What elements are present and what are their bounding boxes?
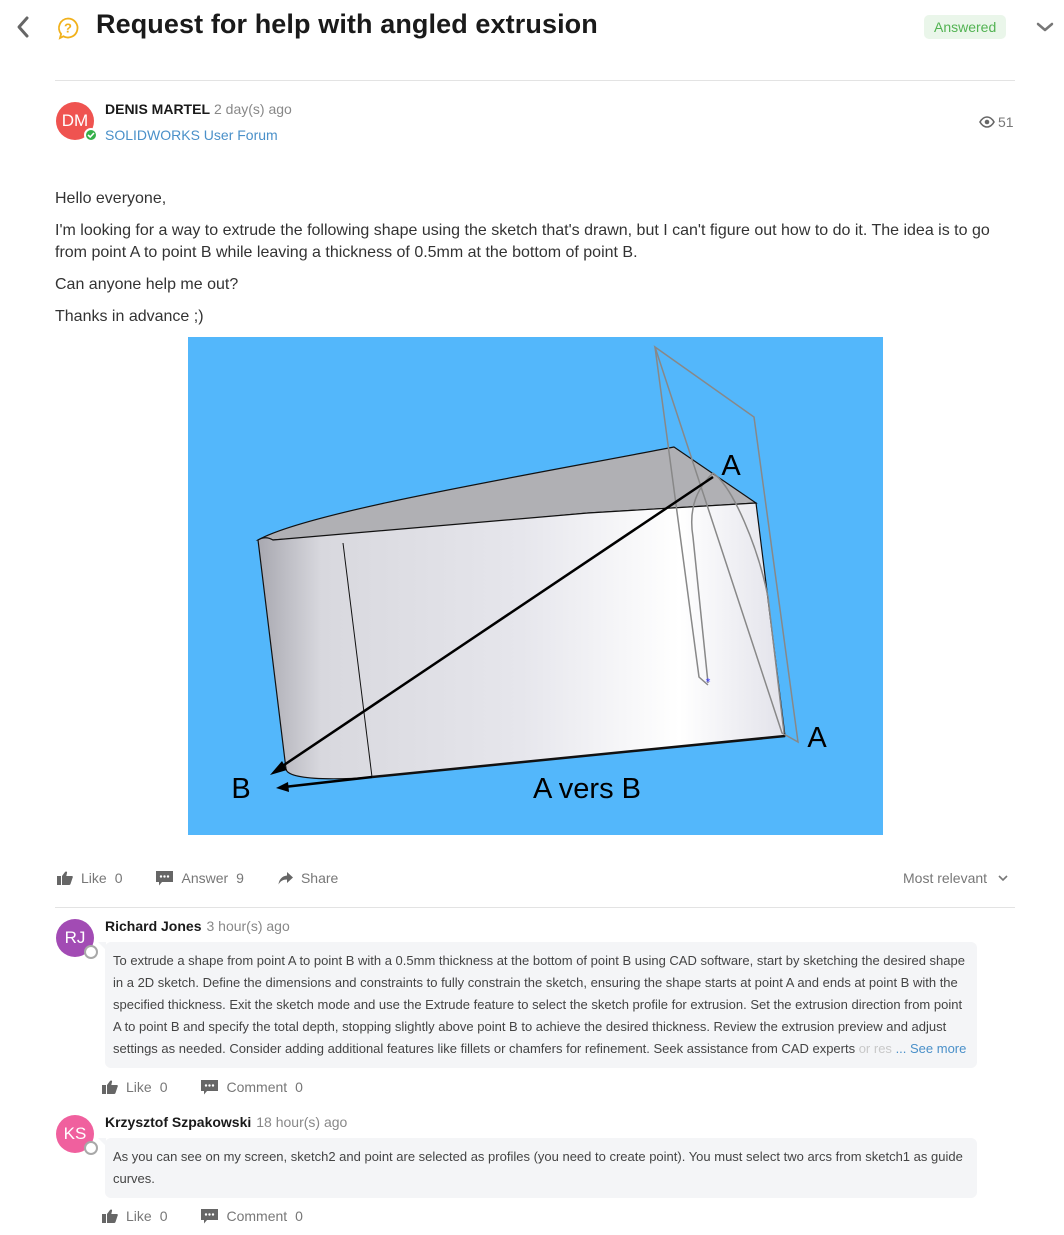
thumbs-up-icon [102,1080,118,1094]
like-count: 0 [159,1079,168,1095]
cad-drawing: * A A B A vers B [231,345,827,805]
share-icon [278,871,293,884]
like-label: Like [126,1079,152,1095]
question-bubble-icon: ? [56,16,80,40]
chevron-left-icon [17,16,29,38]
like-button[interactable]: Like 0 [57,870,122,886]
side-face [257,502,786,780]
thread-header: ? Request for help with angled extrusion… [0,0,1064,60]
post-image[interactable]: * A A B A vers B [188,337,883,835]
sketch-point-marker: * [706,677,711,688]
comment-header: Krzysztof Szpakowski 18 hour(s) ago [105,1114,347,1130]
comment-author[interactable]: Krzysztof Szpakowski [105,1114,251,1130]
avatar-initials: KS [63,1124,87,1143]
comment-body: To extrude a shape from point A to point… [98,942,977,1068]
comment-reply-button[interactable]: Comment 0 [201,1079,303,1095]
comment-text: As you can see on my screen, sketch2 and… [113,1149,963,1186]
avatar-initials: DM [61,111,89,130]
comments-divider [55,907,1015,908]
comment-label: Comment [226,1079,288,1095]
comment-time: 18 hour(s) ago [256,1114,348,1130]
avatar[interactable]: KS [56,1115,98,1155]
post-paragraph: I'm looking for a way to extrude the fol… [55,222,990,261]
post-body: Hello everyone, I'm looking for a way to… [55,188,1015,338]
like-label: Like [81,870,107,886]
post-time: 2 day(s) ago [214,101,292,117]
comment-reply-button[interactable]: Comment 0 [201,1208,303,1224]
comment-actions: Like 0 Comment 0 [102,1079,337,1095]
forum-link[interactable]: SOLIDWORKS User Forum [105,127,278,143]
like-count: 0 [159,1208,168,1224]
see-more-link[interactable]: ... See more [896,1041,967,1056]
sort-label: Most relevant [903,870,988,886]
comment-count: 0 [295,1208,303,1224]
comment-icon [156,870,174,885]
comment-count: 0 [295,1079,303,1095]
view-count: 51 [979,114,1014,130]
label-a-bottom: A [807,722,827,754]
like-label: Like [126,1208,152,1224]
comment-body: As you can see on my screen, sketch2 and… [98,1138,977,1198]
svg-text:?: ? [64,21,72,36]
comment-author[interactable]: Richard Jones [105,918,201,934]
label-a-top: A [721,450,741,482]
comment-time: 3 hour(s) ago [206,918,290,934]
chevron-down-icon [1036,22,1054,32]
verified-icon [84,128,98,142]
comment-header: Richard Jones 3 hour(s) ago [105,918,290,934]
eye-icon [979,116,995,128]
author-name[interactable]: DENIS MARTEL [105,101,210,117]
avatar[interactable]: DM [56,102,98,142]
post-paragraph: Hello everyone, [55,190,167,207]
comment-like-button[interactable]: Like 0 [102,1208,167,1224]
comment-icon [201,1208,219,1223]
comment-actions: Like 0 Comment 0 [102,1208,337,1224]
status-badge: Answered [924,15,1007,39]
comment-icon [201,1079,219,1094]
header-divider [55,80,1015,81]
label-b: B [231,773,250,805]
answer-count: 9 [236,870,244,886]
back-button[interactable] [12,12,36,42]
comment-text-fade: or res [855,1041,892,1056]
post-actions: Like 0 Answer 9 Share [57,870,372,886]
post-author-line: DENIS MARTEL 2 day(s) ago [105,101,292,117]
comment-label: Comment [226,1208,288,1224]
like-count: 0 [114,870,123,886]
offline-status-icon [84,1141,98,1155]
arrowhead [276,782,289,792]
post-paragraph: Thanks in advance ;) [55,308,204,325]
offline-status-icon [84,945,98,959]
thumbs-up-icon [102,1209,118,1223]
sort-dropdown[interactable]: Most relevant [903,870,1009,886]
avatar-initials: RJ [64,928,86,947]
label-direction: A vers B [533,773,641,805]
avatar[interactable]: RJ [56,919,98,959]
arrowhead [270,761,287,775]
answer-label: Answer [181,870,229,886]
page-title: Request for help with angled extrusion [96,9,598,39]
chevron-down-icon [998,875,1008,882]
view-count-value: 51 [998,114,1014,130]
post-paragraph: Can anyone help me out? [55,276,239,293]
collapse-button[interactable] [1034,16,1056,38]
thumbs-up-icon [57,871,73,885]
comment-like-button[interactable]: Like 0 [102,1079,167,1095]
share-label: Share [300,870,339,886]
share-button[interactable]: Share [278,870,338,886]
comment-text: To extrude a shape from point A to point… [113,953,965,1056]
answer-button[interactable]: Answer 9 [156,870,244,886]
